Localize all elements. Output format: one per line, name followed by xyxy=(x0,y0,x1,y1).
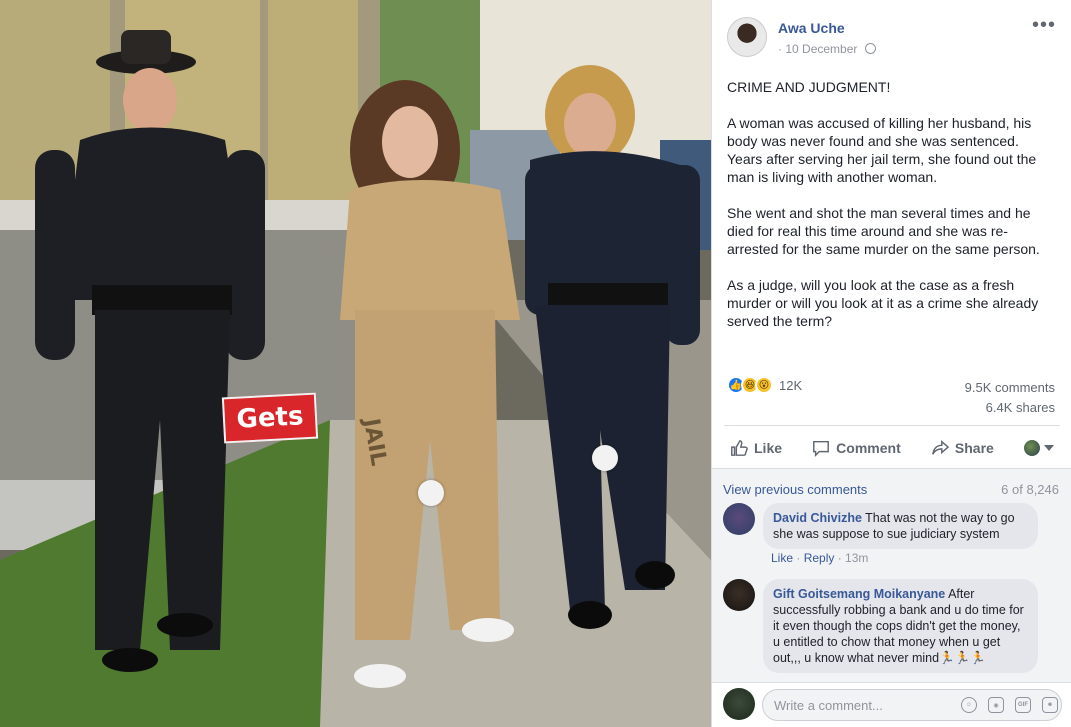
photo-tag-dot[interactable] xyxy=(418,480,444,506)
comment-reply-link[interactable]: Reply xyxy=(804,551,835,565)
date-separator: · xyxy=(778,42,782,56)
author-avatar[interactable] xyxy=(727,17,767,57)
camera-icon[interactable]: ◉ xyxy=(988,697,1004,713)
user-avatar[interactable] xyxy=(723,688,755,720)
post-title: CRIME AND JUDGMENT! xyxy=(727,79,891,95)
post-stats: 9.5K comments 6.4K shares xyxy=(965,378,1055,418)
reaction-count: 12K xyxy=(779,377,803,393)
share-icon xyxy=(931,439,949,455)
composer-icons: ☺ ◉ GIF ☻ xyxy=(961,697,1058,713)
comment-label: Comment xyxy=(836,439,901,456)
comments-section: View previous comments 6 of 8,246 David … xyxy=(712,468,1071,682)
comment-meta: Like · Reply · 13m xyxy=(771,551,869,565)
profile-globe-icon xyxy=(1023,439,1040,456)
like-button[interactable]: Like xyxy=(730,439,782,457)
commenter-avatar[interactable] xyxy=(723,503,755,535)
gif-icon[interactable]: GIF xyxy=(1015,697,1031,713)
comments-count: 6 of 8,246 xyxy=(1001,482,1059,497)
post-paragraph: As a judge, will you look at the case as… xyxy=(727,277,1039,329)
post-meta: · 10 December xyxy=(778,42,876,56)
post-photo[interactable]: JAIL Gets xyxy=(0,0,711,727)
author-name[interactable]: Awa Uche xyxy=(778,20,845,36)
comment-bubble: Gift Goitsemang Moikanyane After success… xyxy=(763,579,1038,673)
action-bar: Like Comment Share xyxy=(724,425,1060,469)
sticker-icon[interactable]: ☻ xyxy=(1042,697,1058,713)
photo-scene: JAIL xyxy=(0,0,711,727)
comment-bubble: David Chivizhe That was not the way to g… xyxy=(763,503,1038,549)
gets-sticker: Gets xyxy=(221,392,319,444)
chevron-down-icon xyxy=(1043,444,1054,451)
reaction-summary[interactable]: 👍 😆 😮 12K xyxy=(727,375,802,395)
post-paragraph: She went and shot the man several times … xyxy=(727,205,1040,257)
share-button[interactable]: Share xyxy=(931,439,994,457)
comment-icon xyxy=(813,440,830,457)
wow-icon: 😮 xyxy=(755,376,773,394)
post-date[interactable]: 10 December xyxy=(785,42,857,56)
commenter-name[interactable]: David Chivizhe xyxy=(773,511,862,525)
comment-button[interactable]: Comment xyxy=(812,439,901,457)
share-label: Share xyxy=(954,439,994,456)
post-text: CRIME AND JUDGMENT! A woman was accused … xyxy=(727,78,1057,348)
view-previous-comments[interactable]: View previous comments xyxy=(723,482,867,497)
emoji-icon[interactable]: ☺ xyxy=(961,697,977,713)
photo-tag-dot[interactable] xyxy=(592,445,618,471)
post-header: Awa Uche · 10 December xyxy=(727,17,1067,61)
globe-icon xyxy=(864,43,876,54)
commenter-name[interactable]: Gift Goitsemang Moikanyane xyxy=(773,587,945,601)
commenter-avatar[interactable] xyxy=(723,579,755,611)
audience-menu[interactable] xyxy=(1023,439,1054,456)
comment-composer: Write a comment... ☺ ◉ GIF ☻ xyxy=(712,682,1071,727)
ellipsis-icon[interactable]: ••• xyxy=(1032,15,1056,35)
like-label: Like xyxy=(754,439,783,456)
post-paragraph: A woman was accused of killing her husba… xyxy=(727,115,1037,185)
thumbs-up-icon xyxy=(731,439,748,456)
post-panel: Awa Uche · 10 December ••• CRIME AND JUD… xyxy=(711,0,1071,727)
comment-like-link[interactable]: Like xyxy=(771,551,793,565)
share-count-link[interactable]: 6.4K shares xyxy=(965,398,1055,418)
comment-count-link[interactable]: 9.5K comments xyxy=(965,378,1055,398)
comment-time[interactable]: 13m xyxy=(845,551,868,565)
